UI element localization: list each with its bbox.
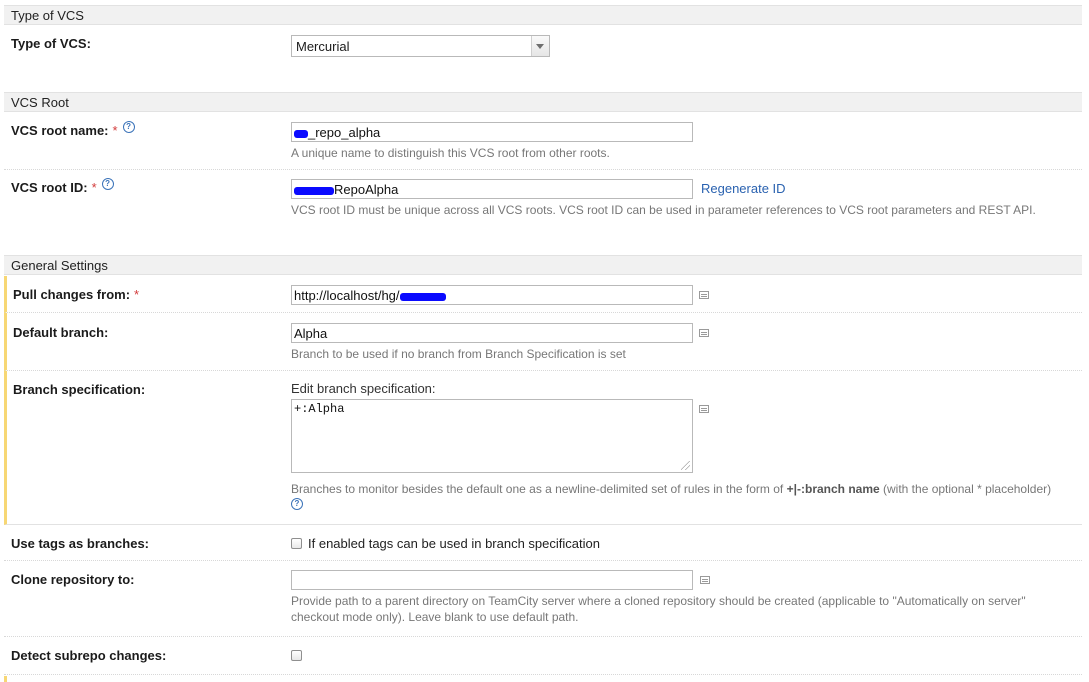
branch-spec-textarea[interactable]: +:Alpha [291, 399, 693, 473]
branch-spec-row: Branch specification: Edit branch specif… [4, 371, 1082, 525]
help-icon[interactable]: ? [101, 178, 114, 190]
list-icon[interactable] [699, 291, 709, 299]
vcs-root-id-label-text: VCS root ID: [11, 180, 88, 195]
vcs-root-id-label: VCS root ID: *? [11, 178, 114, 195]
clone-repo-hint: Provide path to a parent directory on Te… [291, 593, 1081, 625]
branch-spec-label: Branch specification: [13, 382, 146, 397]
redacted-mark [399, 292, 446, 301]
branch-spec-value: +:Alpha [294, 402, 345, 416]
use-tags-checkbox[interactable] [291, 538, 302, 549]
highlight-marker [4, 676, 7, 682]
section-header-type-of-vcs: Type of VCS [4, 5, 1082, 25]
use-tags-checkbox-label: If enabled tags can be used in branch sp… [308, 536, 600, 551]
vcs-root-name-value: _repo_alpha [308, 125, 381, 140]
regenerate-id-link[interactable]: Regenerate ID [701, 181, 786, 196]
edit-branch-spec-label: Edit branch specification: [291, 381, 436, 396]
pull-changes-input[interactable]: http://localhost/hg/ [291, 285, 693, 305]
vcs-root-id-value: RepoAlpha [334, 182, 399, 197]
pull-changes-label: Pull changes from: * [13, 287, 139, 302]
use-tags-label: Use tags as branches: [11, 536, 150, 551]
pull-changes-row: Pull changes from: * http://localhost/hg/ [4, 276, 1082, 313]
clone-repo-hint-line2: checkout mode only). Leave blank to use … [291, 610, 579, 624]
clone-repo-input[interactable] [291, 570, 693, 590]
clone-repo-label: Clone repository to: [11, 572, 135, 587]
branch-spec-hint-prefix: Branches to monitor besides the default … [291, 482, 784, 496]
pull-changes-label-text: Pull changes from: [13, 287, 131, 302]
branch-spec-hint: Branches to monitor besides the default … [291, 481, 1081, 497]
list-icon[interactable] [699, 329, 709, 337]
section-header-general-settings: General Settings [4, 255, 1082, 275]
vcs-root-name-label: VCS root name: *? [11, 121, 135, 138]
detect-subrepo-row: Detect subrepo changes: [4, 637, 1082, 675]
required-marker: * [112, 123, 118, 138]
pull-changes-value: http://localhost/hg/ [294, 288, 400, 303]
redacted-mark [294, 129, 308, 138]
type-of-vcs-selected: Mercurial [296, 39, 350, 54]
vcs-root-name-row: VCS root name: *? _repo_alpha A unique na… [4, 113, 1082, 170]
redacted-mark [294, 186, 334, 195]
use-tags-row: Use tags as branches: If enabled tags ca… [4, 525, 1082, 561]
default-branch-hint: Branch to be used if no branch from Bran… [291, 347, 626, 361]
vcs-root-id-row: VCS root ID: *? RepoAlpha Regenerate ID V… [4, 170, 1082, 250]
section-header-vcs-root: VCS Root [4, 92, 1082, 112]
clone-repo-row: Clone repository to: Provide path to a p… [4, 561, 1082, 637]
detect-subrepo-label: Detect subrepo changes: [11, 648, 167, 663]
list-icon[interactable] [699, 405, 709, 413]
list-icon[interactable] [700, 576, 710, 584]
vcs-root-name-input[interactable]: _repo_alpha [291, 122, 693, 142]
vcs-root-name-hint: A unique name to distinguish this VCS ro… [291, 146, 610, 160]
chevron-down-icon[interactable] [531, 36, 549, 56]
type-of-vcs-select[interactable]: Mercurial [291, 35, 550, 57]
vcs-root-name-label-text: VCS root name: [11, 123, 109, 138]
vcs-root-id-hint: VCS root ID must be unique across all VC… [291, 203, 1036, 217]
detect-subrepo-checkbox[interactable] [291, 650, 302, 661]
vcs-root-id-input[interactable]: RepoAlpha [291, 179, 693, 199]
default-branch-value: Alpha [294, 326, 328, 341]
help-icon[interactable]: ? [122, 121, 135, 133]
clone-repo-hint-line1: Provide path to a parent directory on Te… [291, 594, 1026, 608]
default-branch-input[interactable]: Alpha [291, 323, 693, 343]
type-of-vcs-label: Type of VCS: [11, 36, 91, 51]
required-marker: * [91, 180, 97, 195]
branch-spec-hint-bold: +|-:branch name [786, 482, 880, 496]
default-branch-label: Default branch: [13, 325, 109, 340]
resize-grip-icon[interactable] [681, 461, 690, 470]
default-branch-row: Default branch: Alpha Branch to be used … [4, 313, 1082, 371]
type-of-vcs-row: Type of VCS: Mercurial [4, 26, 1082, 66]
help-icon[interactable]: ? [291, 498, 303, 510]
branch-spec-hint-suffix: (with the optional * placeholder) [883, 482, 1052, 496]
required-marker: * [134, 287, 140, 302]
